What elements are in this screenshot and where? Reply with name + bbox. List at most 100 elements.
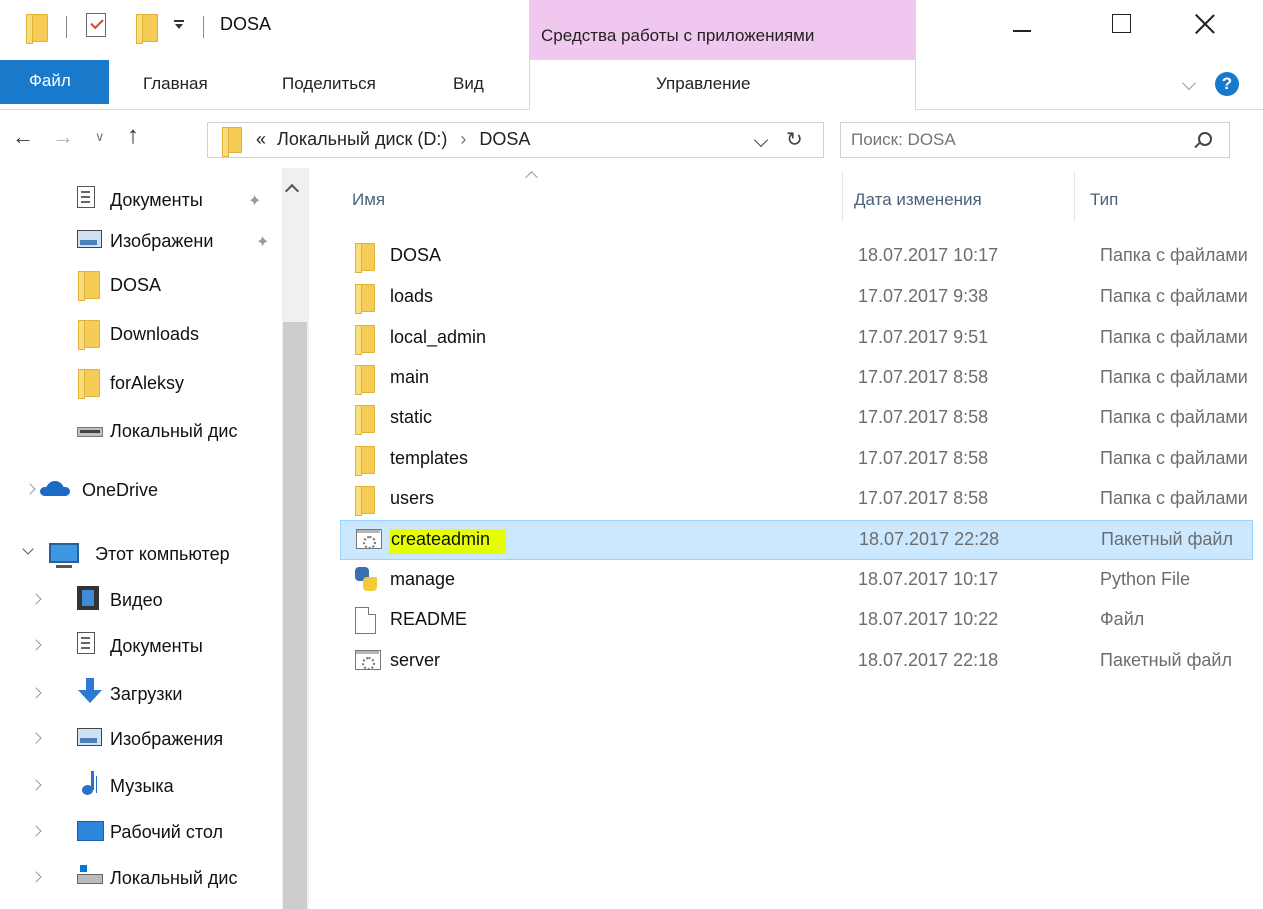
table-row[interactable]: manage 18.07.2017 10:17 Python File [340, 561, 1253, 601]
file-type: Папка с файлами [1100, 448, 1248, 468]
minimize-button[interactable] [1013, 30, 1031, 32]
chevron-right-icon[interactable] [30, 732, 42, 744]
chevron-right-icon[interactable] [30, 639, 42, 651]
file-name: main [390, 367, 430, 387]
file-type: Пакетный файл [1101, 529, 1233, 549]
sidebar-item-label: Изображени [110, 231, 214, 251]
breadcrumb-current[interactable]: DOSA [479, 129, 530, 149]
customize-toolbar-icon[interactable] [172, 18, 186, 32]
chevron-down-icon[interactable] [22, 543, 34, 555]
search-icon[interactable] [1198, 132, 1212, 146]
table-row[interactable]: templates 17.07.2017 8:58 Папка с файлам… [340, 440, 1253, 480]
downloads-icon [77, 678, 103, 706]
table-row[interactable]: loads 17.07.2017 9:38 Папка с файлами [340, 278, 1253, 318]
folder-icon [355, 325, 375, 355]
file-date: 17.07.2017 8:58 [858, 448, 989, 468]
column-header-type[interactable]: Тип [1090, 190, 1118, 210]
search-box[interactable] [840, 122, 1230, 158]
back-button[interactable]: ← [12, 124, 34, 150]
sidebar-item-foraleksy[interactable]: forAleksy [0, 365, 280, 405]
sidebar-item-label: OneDrive [82, 480, 159, 500]
sidebar-item-label: Документы [110, 190, 203, 210]
tab-home[interactable]: Главная [143, 74, 208, 94]
chevron-right-icon[interactable]: › [452, 129, 474, 149]
refresh-icon[interactable]: ↻ [786, 127, 803, 152]
sidebar-item-desktop[interactable]: Рабочий стол [0, 814, 280, 854]
chevron-right-icon[interactable] [30, 871, 42, 883]
folder-icon [78, 271, 100, 301]
help-icon[interactable]: ? [1215, 72, 1239, 96]
chevron-right-icon[interactable] [30, 779, 42, 791]
tab-file[interactable]: Файл [0, 60, 109, 104]
file-name: README [390, 609, 468, 629]
table-row-selected[interactable]: createadmin 18.07.2017 22:28 Пакетный фа… [340, 520, 1253, 560]
folder-icon [355, 446, 375, 476]
tab-view[interactable]: Вид [453, 74, 484, 94]
sidebar-item-label: Загрузки [110, 684, 183, 704]
file-name: loads [390, 286, 434, 306]
column-divider[interactable] [842, 172, 843, 222]
table-row[interactable]: main 17.07.2017 8:58 Папка с файлами [340, 359, 1253, 399]
sort-ascending-icon [525, 171, 538, 184]
documents-icon [77, 186, 95, 208]
sidebar-item-label: Локальный дис [110, 868, 238, 888]
table-row[interactable]: server 18.07.2017 22:18 Пакетный файл [340, 642, 1253, 682]
folder-icon [355, 243, 375, 273]
sidebar-item-label: Изображения [110, 729, 224, 749]
pictures-icon [77, 230, 102, 248]
address-bar[interactable]: « Локальный диск (D:) › DOSA ↻ [207, 122, 824, 158]
table-row[interactable]: users 17.07.2017 8:58 Папка с файлами [340, 480, 1253, 520]
sidebar-item-local-disk[interactable]: Локальный дис [0, 413, 280, 453]
sidebar-item-label: Музыка [110, 776, 174, 796]
forward-button[interactable]: → [52, 124, 74, 150]
chevron-right-icon[interactable] [30, 593, 42, 605]
sidebar-item-video[interactable]: Видео [0, 582, 280, 622]
scrollbar-thumb[interactable] [283, 322, 307, 909]
table-row[interactable]: DOSA 18.07.2017 10:17 Папка с файлами [340, 237, 1253, 277]
properties-icon[interactable] [86, 13, 106, 37]
chevron-right-icon[interactable] [24, 483, 36, 495]
python-file-icon [355, 567, 377, 591]
file-type: Папка с файлами [1100, 327, 1248, 347]
sidebar-item-documents-pc[interactable]: Документы [0, 628, 280, 668]
column-divider[interactable] [1074, 172, 1075, 222]
search-input[interactable] [851, 127, 1191, 153]
folder-icon [222, 127, 242, 157]
column-header-date[interactable]: Дата изменения [854, 190, 982, 210]
maximize-button[interactable] [1112, 14, 1131, 33]
pin-icon[interactable]: ✦ [256, 232, 269, 252]
tab-share[interactable]: Поделиться [282, 74, 376, 94]
breadcrumb-drive[interactable]: Локальный диск (D:) [271, 129, 447, 149]
file-date: 18.07.2017 10:22 [858, 609, 999, 629]
chevron-right-icon[interactable] [30, 825, 42, 837]
tab-manage[interactable]: Управление [529, 60, 916, 110]
close-button[interactable] [1190, 9, 1220, 39]
sidebar-item-music[interactable]: Музыка [0, 768, 280, 808]
recent-locations-icon[interactable]: ∨ [95, 129, 105, 145]
table-row[interactable]: README 18.07.2017 10:22 Файл [340, 601, 1253, 641]
sidebar-item-documents[interactable]: Документы ✦ [0, 182, 280, 222]
sidebar-item-dosa[interactable]: DOSA [0, 267, 280, 307]
sidebar-item-onedrive[interactable]: OneDrive [0, 472, 280, 512]
folder-icon[interactable] [26, 14, 48, 44]
chevron-right-icon[interactable] [30, 687, 42, 699]
chevron-down-icon[interactable] [753, 132, 769, 148]
pin-icon[interactable]: ✦ [248, 191, 261, 211]
sidebar-item-pictures[interactable]: Изображени ✦ [0, 223, 280, 263]
file-date: 18.07.2017 22:18 [858, 650, 999, 670]
up-button[interactable]: ↑ [127, 122, 139, 150]
expand-ribbon-icon[interactable] [1181, 75, 1197, 91]
new-folder-icon[interactable] [136, 14, 158, 44]
sidebar-item-downloads[interactable]: Загрузки [0, 676, 280, 716]
sidebar-item-pictures-pc[interactable]: Изображения [0, 721, 280, 761]
file-list: Имя Дата изменения Тип DOSA 18.07.2017 1… [310, 168, 1263, 909]
sidebar-item-downloads-folder[interactable]: Downloads [0, 316, 280, 356]
breadcrumb-overflow[interactable]: « [256, 129, 266, 149]
video-icon [77, 586, 99, 610]
table-row[interactable]: local_admin 17.07.2017 9:51 Папка с файл… [340, 319, 1253, 359]
sidebar-item-local-disk-pc[interactable]: Локальный дис [0, 860, 280, 900]
sidebar-item-this-pc[interactable]: Этот компьютер [0, 536, 280, 576]
divider [66, 16, 67, 38]
table-row[interactable]: static 17.07.2017 8:58 Папка с файлами [340, 399, 1253, 439]
column-header-name[interactable]: Имя [352, 190, 385, 210]
